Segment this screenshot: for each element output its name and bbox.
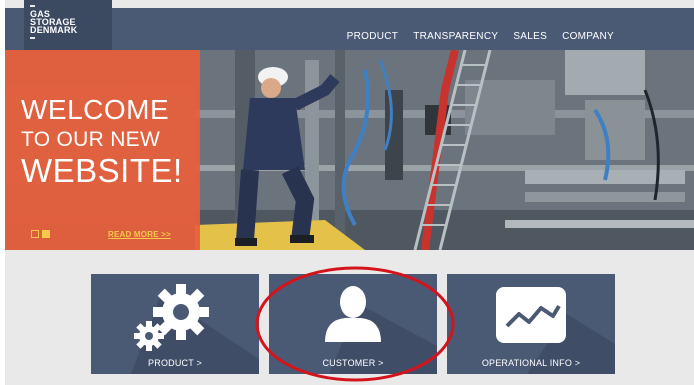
nav-company[interactable]: COMPANY: [562, 31, 614, 42]
main-nav: PRODUCT TRANSPARENCY SALES COMPANY: [347, 31, 614, 42]
promo-title: WELCOME TO OUR NEW WEBSITE!: [21, 94, 183, 189]
logo-top-bar: [30, 5, 35, 7]
slide-dots: [31, 230, 50, 238]
gears-icon: [134, 284, 209, 351]
promo-title-line-2: TO OUR NEW: [21, 128, 161, 151]
tile-product[interactable]: PRODUCT >: [91, 274, 259, 374]
tile-customer-label: CUSTOMER >: [322, 358, 384, 368]
promo-title-line-3: WEBSITE!: [21, 152, 183, 189]
page: PRODUCT TRANSPARENCY SALES COMPANY GAS S…: [5, 0, 694, 385]
nav-product[interactable]: PRODUCT: [347, 31, 399, 42]
tile-operational-info[interactable]: OPERATIONAL INFO >: [447, 274, 615, 374]
logo-line-3: DENMARK: [30, 25, 78, 35]
slide-dot-2[interactable]: [42, 230, 50, 238]
user-icon: [325, 286, 381, 342]
nav-sales[interactable]: SALES: [513, 31, 547, 42]
logo-bottom-bar: [30, 37, 35, 39]
welcome-promo[interactable]: WELCOME TO OUR NEW WEBSITE! READ MORE >>: [5, 50, 200, 250]
tile-product-label: PRODUCT >: [148, 358, 202, 368]
nav-transparency[interactable]: TRANSPARENCY: [413, 31, 498, 42]
slide-dot-1[interactable]: [31, 230, 39, 238]
hero-banner[interactable]: WELCOME TO OUR NEW WEBSITE! READ MORE >>: [5, 50, 694, 250]
line-chart-icon: [496, 287, 566, 343]
promo-title-line-1: WELCOME: [21, 94, 170, 125]
site-logo[interactable]: GAS STORAGE DENMARK: [24, 0, 112, 50]
tile-operational-info-label: OPERATIONAL INFO >: [481, 358, 581, 368]
tile-customer[interactable]: CUSTOMER >: [269, 274, 437, 374]
read-more-link[interactable]: READ MORE >>: [108, 230, 171, 239]
